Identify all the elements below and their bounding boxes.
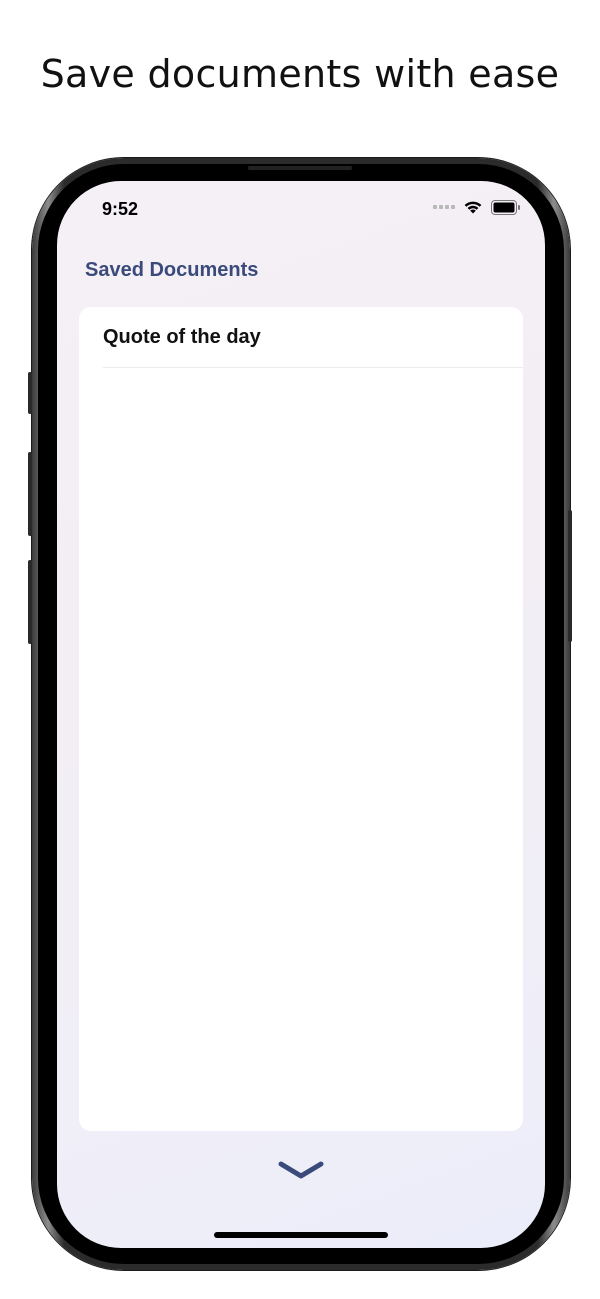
status-icons [433, 199, 521, 215]
phone-speaker [248, 166, 352, 170]
phone-screen: 9:52 Saved Documents Quote of the day [57, 181, 545, 1248]
phone-power-button [568, 510, 572, 642]
phone-volume-down-button [28, 560, 32, 644]
nav-title: Saved Documents [85, 259, 259, 281]
list-item-document[interactable]: Quote of the day [103, 307, 523, 368]
chevron-down-icon[interactable] [277, 1159, 325, 1183]
documents-list: Quote of the day [79, 307, 523, 1131]
wifi-icon [464, 201, 482, 214]
home-indicator[interactable] [214, 1232, 388, 1238]
phone-silent-switch [28, 372, 32, 414]
document-title: Quote of the day [103, 326, 261, 348]
promo-headline: Save documents with ease [40, 52, 560, 96]
phone-volume-up-button [28, 452, 32, 536]
signal-icon [433, 205, 455, 209]
status-time: 9:52 [102, 199, 139, 219]
battery-icon [491, 199, 520, 215]
promo-page: Save documents with ease 9:52 Saved Docu… [0, 0, 600, 1299]
